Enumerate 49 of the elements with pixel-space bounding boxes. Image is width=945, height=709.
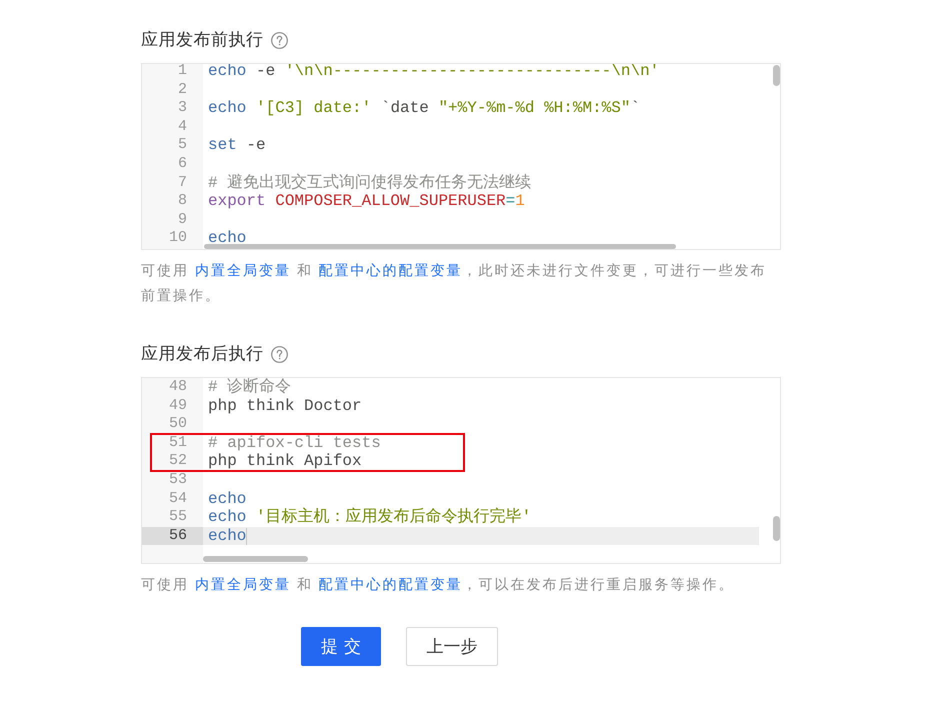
vertical-scrollbar[interactable]	[773, 65, 780, 86]
line-number: 56	[168, 526, 187, 546]
line-number: 3	[178, 99, 187, 118]
line-number: 5	[178, 136, 187, 155]
help-icon[interactable]	[270, 32, 288, 48]
line-number: 1	[178, 64, 187, 81]
variable-link[interactable]: 内置全局变量	[194, 576, 291, 592]
code-line: export COMPOSER_ALLOW_SUPERUSER=1	[208, 192, 525, 211]
line-number: 9	[178, 210, 187, 230]
vertical-scrollbar[interactable]	[773, 516, 780, 541]
code-line: echo	[208, 490, 246, 508]
line-number: 7	[178, 174, 187, 192]
code-line: echo '[C3] date:' `date "+%Y-%m-%d %H:%M:%S"`	[208, 99, 640, 118]
code-line: # 诊断命令	[208, 378, 292, 397]
line-number: 53	[168, 470, 187, 490]
line-number: 51	[168, 434, 187, 452]
variable-link[interactable]: 配置中心的配置变量	[318, 262, 463, 278]
code-line: # apifox-cli tests	[208, 434, 381, 452]
section-title: 应用发布后执行	[141, 343, 264, 365]
code-line: # 避免出现交互式询问使得发布任务无法继续	[208, 174, 532, 192]
line-number: 52	[168, 452, 187, 471]
line-number: 4	[178, 118, 187, 136]
section-title: 应用发布前执行	[141, 29, 264, 51]
code-line: php think Apifox	[208, 452, 362, 471]
help-icon[interactable]	[270, 346, 288, 362]
horizontal-scrollbar[interactable]	[204, 244, 676, 249]
line-number: 10	[168, 229, 187, 248]
line-number: 48	[168, 378, 187, 397]
code-line: echo	[208, 229, 246, 248]
horizontal-scrollbar[interactable]	[203, 556, 308, 562]
variable-link[interactable]: 配置中心的配置变量	[318, 576, 463, 592]
line-number: 54	[168, 490, 187, 508]
hint-text: 可使用 内置全局变量 和 配置中心的配置变量，可以在发布后进行重启服务等操作。	[141, 575, 736, 594]
back-button[interactable]: 上一步	[406, 627, 498, 666]
line-number: 49	[168, 396, 187, 416]
code-line: echo	[208, 526, 246, 546]
line-number: 2	[178, 80, 187, 100]
submit-button[interactable]: 提交	[301, 627, 381, 666]
line-number: 6	[178, 154, 187, 174]
line-number: 55	[168, 508, 187, 527]
variable-link[interactable]: 内置全局变量	[194, 262, 291, 278]
hint-text: 可使用 内置全局变量 和 配置中心的配置变量，此时还未进行文件变更，可进行一些发布前置操作。	[141, 261, 768, 305]
text-cursor	[246, 528, 248, 545]
code-line: set -e	[208, 136, 266, 155]
code-line: php think Doctor	[208, 396, 362, 416]
code-line: echo '目标主机：应用发布后命令执行完毕'	[208, 508, 532, 527]
line-number: 50	[168, 415, 187, 434]
code-editor[interactable]: 48 # 诊断命令 49 php think Doctor 50 51 # apifox-cli tests 52 php think Apifox 53 54 echo 55 echo '目标主机：应用发布后命令执行完毕' 56 echo	[141, 377, 781, 564]
line-number: 8	[178, 192, 187, 211]
